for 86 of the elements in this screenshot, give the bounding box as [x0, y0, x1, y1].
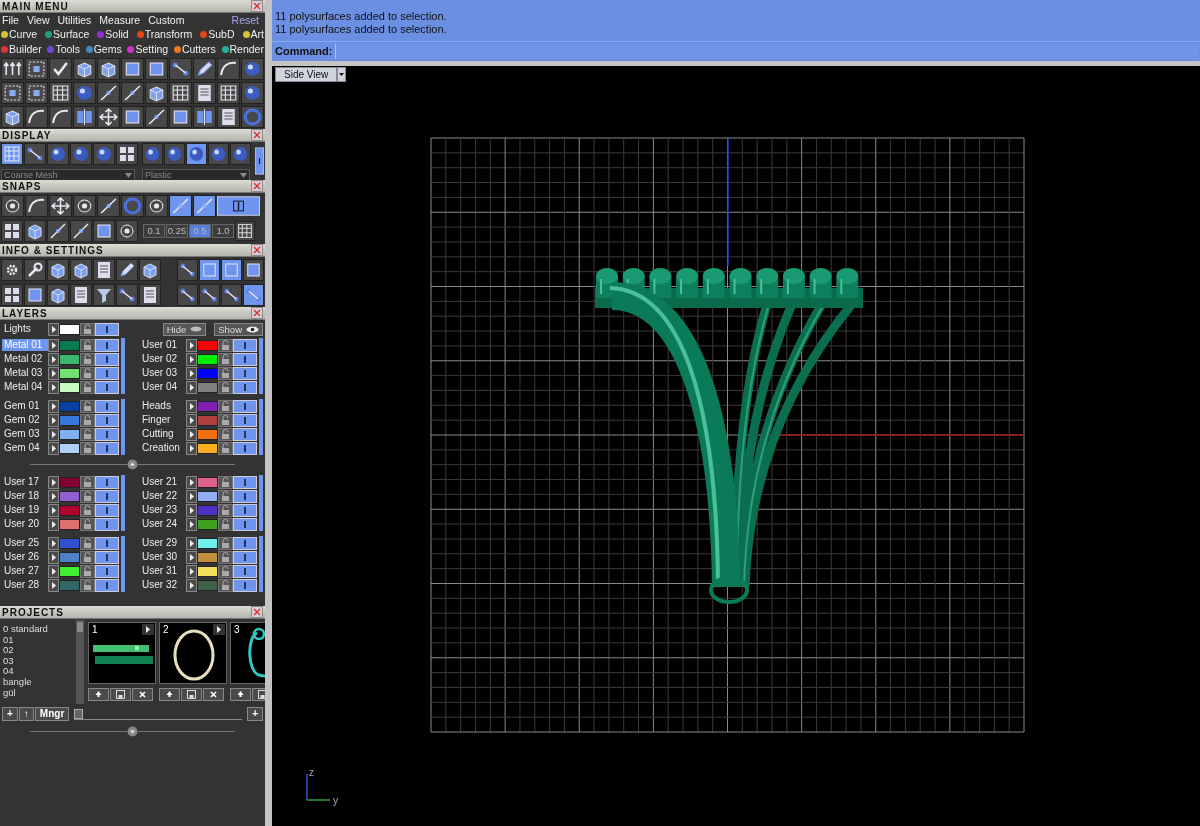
category-tab[interactable]: Art — [250, 28, 264, 41]
layer-name[interactable]: User 28 — [2, 579, 48, 591]
project-thumbnail[interactable]: 3 — [230, 622, 265, 684]
category-tab[interactable]: Render — [229, 43, 264, 56]
layer-name[interactable]: User 29 — [140, 537, 186, 549]
folder-item[interactable]: 02 — [0, 645, 76, 656]
command-label: Command: — [275, 44, 333, 59]
category-tab[interactable]: Transform — [144, 28, 193, 41]
category-tab[interactable]: Gems — [93, 43, 122, 56]
thumbnail-number: 2 — [163, 624, 169, 636]
layer-name[interactable]: Metal 03 — [2, 367, 48, 379]
layer-name[interactable]: Gem 04 — [2, 442, 48, 454]
folder-item[interactable]: 03 — [0, 655, 76, 667]
axis-label: z — [309, 767, 314, 778]
category-tab[interactable]: Curve — [9, 28, 37, 41]
layer-name[interactable]: User 21 — [140, 476, 186, 488]
category-tab[interactable]: Builder — [9, 43, 42, 56]
layer-name[interactable]: Cutting — [140, 428, 186, 440]
view-tab[interactable]: Side View — [275, 66, 338, 82]
category-tab[interactable]: Tools — [55, 43, 80, 56]
layer-name[interactable]: User 30 — [140, 551, 186, 563]
folder-item[interactable]: gül — [0, 687, 76, 699]
up-button[interactable]: ↑ — [18, 707, 34, 721]
layer-name[interactable]: User 27 — [2, 565, 48, 577]
increment-button[interactable]: 0.25 — [166, 224, 188, 238]
layer-name[interactable]: User 17 — [2, 476, 48, 488]
increment-button[interactable]: 0.1 — [143, 224, 165, 238]
layer-name[interactable]: Metal 04 — [2, 381, 48, 393]
layer-name[interactable]: Metal 02 — [2, 353, 48, 365]
history-line: 11 polysurfaces added to selection. — [275, 10, 448, 24]
layer-name[interactable]: User 19 — [2, 504, 48, 516]
layer-name[interactable]: User 02 — [140, 353, 186, 365]
category-tab[interactable]: Solid — [105, 28, 129, 41]
category-tab[interactable]: Surface — [53, 28, 90, 41]
layer-name[interactable]: Creation — [140, 442, 186, 454]
layer-name[interactable]: User 22 — [140, 490, 186, 502]
section-title: LAYERS — [2, 306, 48, 320]
project-thumbnail[interactable]: 1 — [88, 622, 156, 684]
mesh-dropdown[interactable]: Coarse Mesh — [1, 169, 135, 182]
menu-item[interactable]: Utilities — [57, 13, 92, 27]
section-title: SNAPS — [2, 179, 42, 193]
section-title: DISPLAY — [2, 128, 52, 142]
folder-item[interactable]: 04 — [0, 666, 76, 677]
folder-item[interactable]: 0 standard — [0, 624, 76, 635]
thumbnail-number: 1 — [92, 624, 98, 636]
layer-name[interactable]: User 04 — [140, 381, 186, 393]
layer-name[interactable]: User 25 — [2, 537, 48, 549]
menu-item[interactable]: Measure — [99, 13, 141, 27]
folder-item[interactable]: 01 — [0, 634, 76, 646]
manager-button[interactable]: Mngr — [34, 707, 70, 721]
layer-name[interactable]: Lights — [2, 323, 48, 335]
layer-name[interactable]: User 01 — [140, 339, 186, 351]
hide-button[interactable]: Hide — [162, 322, 207, 336]
layer-name[interactable]: User 18 — [2, 490, 48, 502]
history-line: 11 polysurfaces added to selection. — [275, 23, 448, 37]
layer-name[interactable]: Finger — [140, 414, 186, 426]
axis-label: y — [333, 795, 338, 806]
thumbnail-number: 3 — [234, 624, 240, 636]
layer-name[interactable]: Heads — [140, 400, 186, 412]
reset-button[interactable]: Reset — [231, 13, 259, 27]
layer-name[interactable]: Gem 03 — [2, 428, 48, 440]
layer-name[interactable]: Gem 01 — [2, 400, 48, 412]
menu-item[interactable]: Custom — [148, 13, 185, 27]
show-button[interactable]: Show — [214, 322, 263, 336]
add-button[interactable]: + — [2, 707, 18, 721]
increment-button[interactable]: 1.0 — [212, 224, 234, 238]
section-title: PROJECTS — [2, 605, 64, 619]
material-dropdown[interactable]: Plastic — [142, 169, 250, 182]
layer-name[interactable]: User 03 — [140, 367, 186, 379]
layer-name[interactable]: User 24 — [140, 518, 186, 530]
category-tab[interactable]: Setting — [135, 43, 169, 56]
folder-item[interactable]: bangle — [0, 676, 76, 688]
layer-name[interactable]: User 32 — [140, 579, 186, 591]
layer-name[interactable]: Gem 02 — [2, 414, 48, 426]
layer-name[interactable]: User 23 — [140, 504, 186, 516]
layer-name[interactable]: User 31 — [140, 565, 186, 577]
section-title: MAIN MENU — [2, 0, 69, 13]
layer-name[interactable]: User 26 — [2, 551, 48, 563]
section-title: INFO & SETTINGS — [2, 243, 104, 257]
menu-item[interactable]: File — [2, 13, 19, 27]
category-tab[interactable]: Cutters — [181, 43, 216, 56]
layer-name[interactable]: User 20 — [2, 518, 48, 530]
category-tab[interactable]: SubD — [208, 28, 235, 41]
menu-item[interactable]: View — [26, 13, 50, 27]
add-button[interactable]: + — [247, 707, 263, 721]
project-thumbnail[interactable]: 2 — [159, 622, 227, 684]
